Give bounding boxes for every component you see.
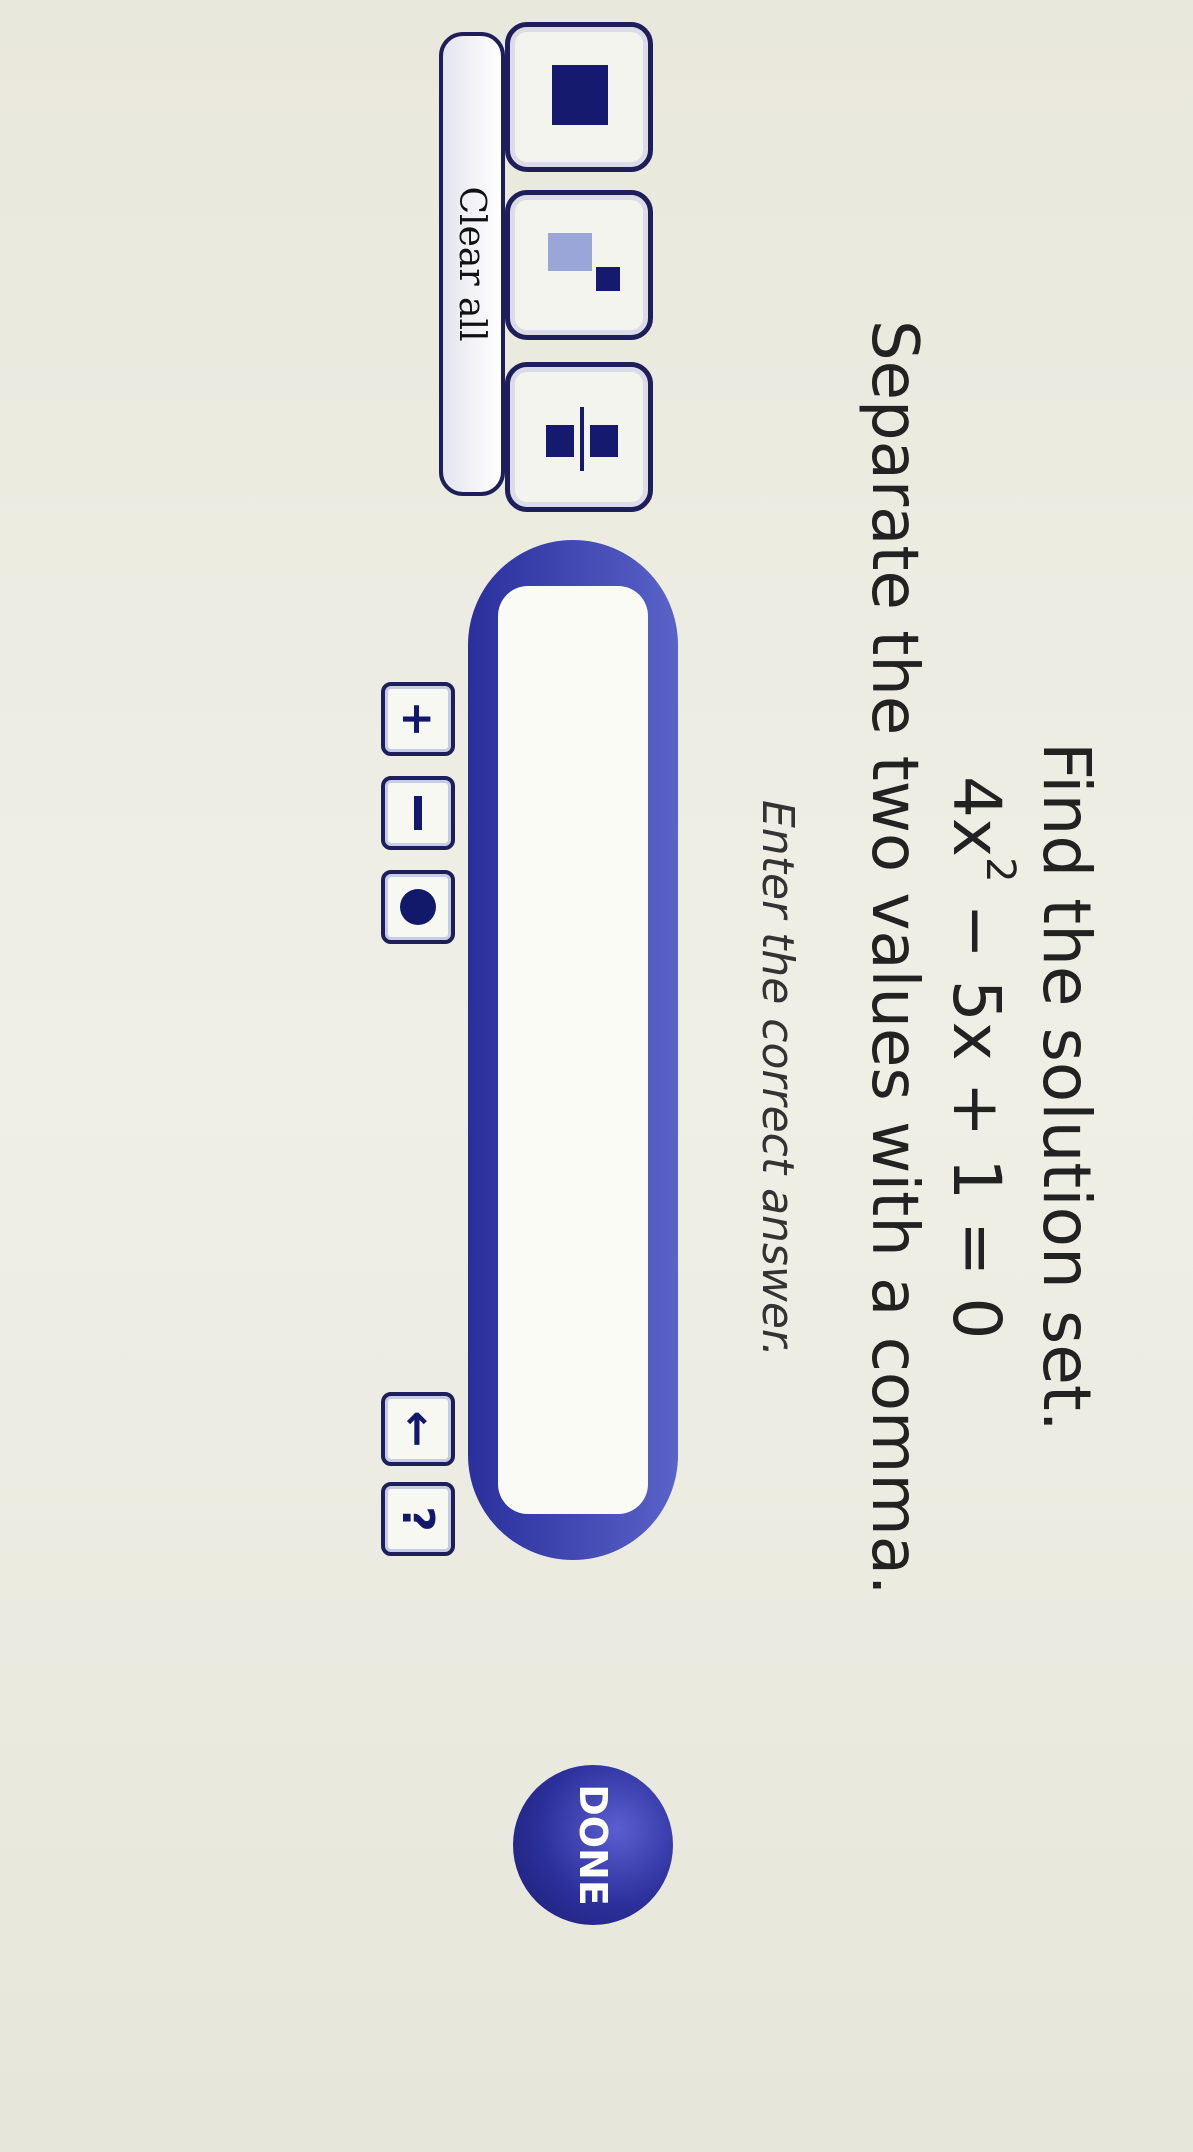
- minus-icon: [414, 796, 422, 830]
- equation-exponent: 2: [977, 857, 1023, 883]
- equation-suffix: − 5x + 1 = 0: [938, 882, 1015, 1340]
- question-panel: Find the solution set. 4x2 − 5x + 1 = 0 …: [0, 0, 1193, 2152]
- enter-hint: Enter the correct answer.: [752, 800, 803, 1357]
- dot-icon: [400, 889, 436, 925]
- clear-all-button[interactable]: Clear all: [439, 32, 505, 496]
- question-prompt: Find the solution set.: [1028, 742, 1105, 1432]
- fraction-template-button[interactable]: [505, 362, 653, 512]
- exponent-template-button[interactable]: [505, 190, 653, 340]
- done-button[interactable]: DONE: [513, 1765, 673, 1925]
- help-button[interactable]: ?: [381, 1482, 455, 1556]
- instruction-text: Separate the two values with a comma.: [857, 320, 931, 1596]
- box-template-button[interactable]: [505, 22, 653, 172]
- answer-input[interactable]: [498, 586, 648, 1514]
- equation: 4x2 − 5x + 1 = 0: [938, 776, 1023, 1340]
- backspace-icon: ←: [392, 1410, 444, 1448]
- box-template-icon: [552, 65, 608, 125]
- minus-button[interactable]: [381, 776, 455, 850]
- help-icon: ?: [392, 1506, 444, 1532]
- plus-button[interactable]: +: [381, 682, 455, 756]
- backspace-button[interactable]: ←: [381, 1392, 455, 1466]
- equation-prefix: 4x: [938, 776, 1015, 858]
- plus-icon: +: [392, 700, 444, 738]
- dot-button[interactable]: [381, 870, 455, 944]
